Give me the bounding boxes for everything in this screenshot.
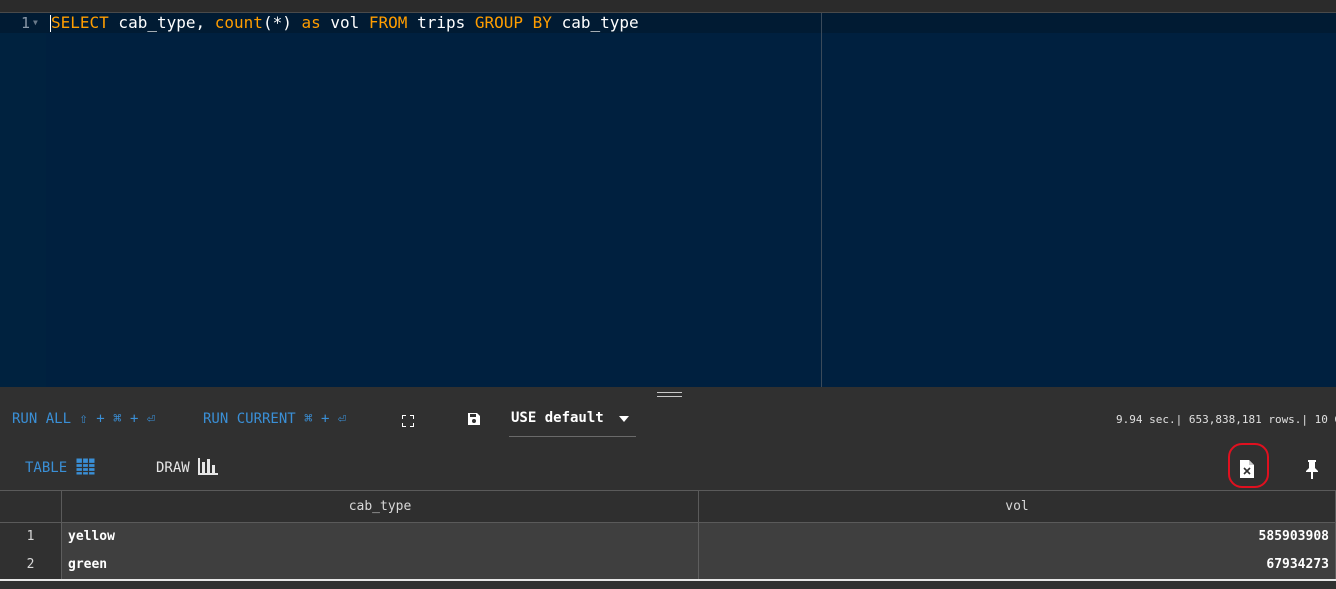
query-stats: 9.94 sec.| 653,838,181 rows.| 10 GiB: [1116, 413, 1336, 426]
sql-text: trips: [407, 13, 475, 32]
tab-draw-label: DRAW: [156, 460, 190, 476]
annotation-circle: [1228, 443, 1269, 488]
sql-editor[interactable]: 1 ▼ SELECT cab_type, count(*) as vol FRO…: [0, 13, 1336, 387]
save-icon[interactable]: [467, 411, 481, 425]
resize-handle[interactable]: [657, 392, 682, 400]
column-header-vol[interactable]: vol: [699, 491, 1336, 522]
fold-arrow-icon[interactable]: ▼: [33, 13, 38, 33]
sql-keyword: count: [214, 13, 263, 32]
sql-text: cab_type: [551, 13, 639, 32]
database-select-value: USE default: [511, 410, 604, 426]
cell-cab-type[interactable]: yellow: [62, 523, 699, 551]
sql-keyword: GROUP BY: [474, 13, 552, 32]
run-current-button[interactable]: RUN CURRENT ⌘ + ⏎: [203, 409, 346, 429]
sql-text: vol: [320, 13, 369, 32]
table-row[interactable]: 2 green 67934273: [0, 551, 1336, 581]
table-grid-icon: [76, 458, 95, 479]
fullscreen-icon[interactable]: [401, 412, 415, 428]
text-cursor: [50, 15, 51, 32]
editor-gutter: [0, 13, 46, 387]
cell-vol[interactable]: 585903908: [699, 523, 1336, 551]
sql-text: (*): [262, 13, 302, 32]
run-all-button[interactable]: RUN ALL ⇧ + ⌘ + ⏎: [12, 409, 155, 429]
database-select[interactable]: USE default: [509, 406, 636, 437]
line-number: 1: [20, 14, 30, 32]
sql-keyword: FROM: [368, 13, 408, 32]
pin-icon[interactable]: [1305, 460, 1319, 483]
table-row[interactable]: 1 yellow 585903908: [0, 523, 1336, 553]
code-line[interactable]: SELECT cab_type, count(*) as vol FROM tr…: [51, 13, 639, 33]
cell-vol[interactable]: 67934273: [699, 551, 1336, 579]
top-bar: [0, 0, 1336, 13]
tab-table-label: TABLE: [25, 460, 68, 476]
tab-table[interactable]: TABLE: [25, 460, 67, 476]
sql-keyword: as: [301, 13, 321, 32]
column-header-cab-type[interactable]: cab_type: [62, 491, 699, 522]
table-header: cab_type vol: [0, 490, 1336, 523]
chevron-down-icon: [619, 416, 629, 422]
cell-cab-type[interactable]: green: [62, 551, 699, 579]
row-index: 1: [0, 523, 62, 551]
sql-text: cab_type,: [108, 13, 215, 32]
bar-chart-icon: [198, 458, 218, 479]
tab-draw[interactable]: DRAW: [156, 460, 190, 476]
header-index-cell: [0, 491, 62, 522]
print-margin: [821, 13, 822, 387]
row-index: 2: [0, 551, 62, 579]
sql-keyword: SELECT: [51, 13, 109, 32]
